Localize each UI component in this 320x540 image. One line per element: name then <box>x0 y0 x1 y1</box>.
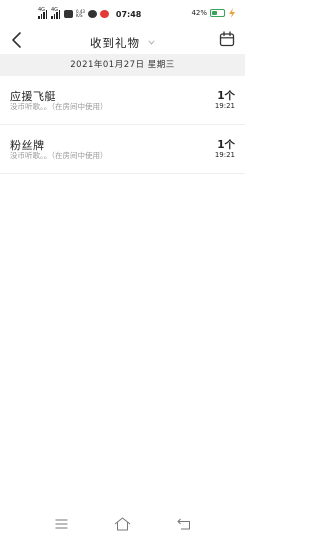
charging-bolt-icon <box>229 8 235 18</box>
calendar-icon[interactable] <box>219 31 235 47</box>
gift-list: 应援飞艇 没币听歌。。（在房间中使用） 1个 19:21 粉丝牌 没币听歌。。（… <box>0 76 245 174</box>
gift-description: 没币听歌。。（在房间中使用） <box>10 102 108 111</box>
signal-icon: 4G <box>38 7 48 19</box>
system-nav-bar <box>0 512 245 540</box>
battery-icon <box>210 9 225 17</box>
battery-percentage: 42% <box>191 9 207 17</box>
signal-icon: 4G <box>51 7 61 19</box>
network-speed: 0.43 K/S <box>76 10 85 18</box>
menu-icon[interactable] <box>55 519 68 529</box>
gift-row[interactable]: 应援飞艇 没币听歌。。（在房间中使用） 1个 19:21 <box>0 76 245 125</box>
status-icons: 4G 4G 0.43 K/S 07:48 <box>38 7 142 19</box>
battery-fill <box>212 11 217 15</box>
date-header: 2021年01月27日 星期三 <box>0 54 245 76</box>
red-app-icon <box>99 10 109 18</box>
gift-description: 没币听歌。。（在房间中使用） <box>10 151 108 160</box>
page-title: 收到礼物 <box>89 36 140 50</box>
gift-count: 1个 <box>217 90 235 102</box>
back-nav-icon[interactable] <box>177 518 191 530</box>
gift-count: 1个 <box>217 139 235 151</box>
battery-indicator: 42% <box>191 9 225 17</box>
network-speed-unit: K/S <box>76 13 83 18</box>
title-dropdown[interactable]: 收到礼物 <box>0 32 245 51</box>
gift-time: 19:21 <box>214 151 235 159</box>
clock: 07:48 <box>115 9 142 19</box>
gift-time: 19:21 <box>214 102 235 110</box>
gift-row[interactable]: 粉丝牌 没币听歌。。（在房间中使用） 1个 19:21 <box>0 125 245 174</box>
header: 收到礼物 <box>0 28 245 54</box>
settings-status-icon <box>87 10 97 18</box>
notification-app-icon <box>64 10 73 18</box>
chevron-down-icon <box>148 40 155 45</box>
status-bar: 4G 4G 0.43 K/S 07:48 42% <box>0 0 245 28</box>
home-icon[interactable] <box>114 517 131 531</box>
